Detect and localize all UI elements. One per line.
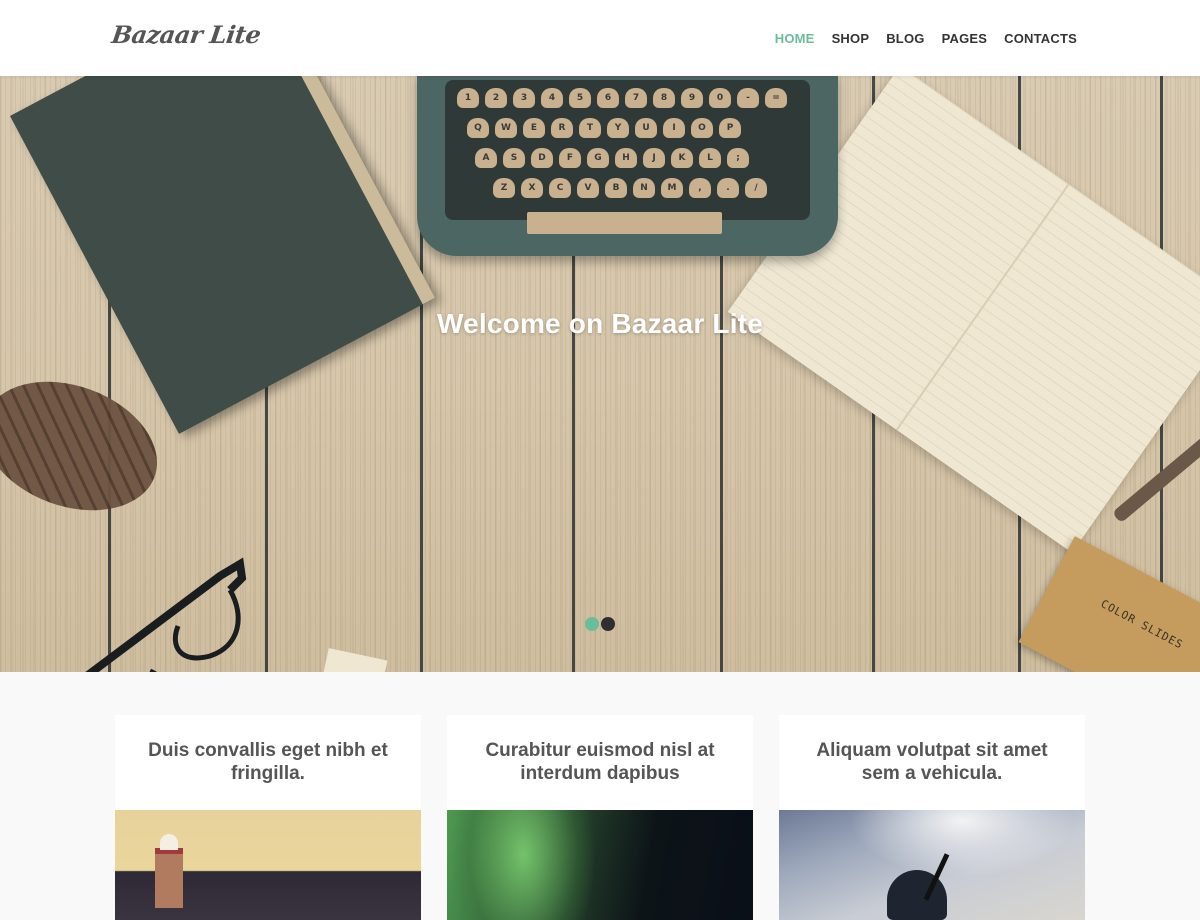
hero-paper-corner [322, 648, 388, 672]
hero-slider: 1 2 3 4 5 6 7 8 9 0- = Q W E R T Y U I O P A S D F G H J K L; Z X C V B N M,… [0, 76, 1200, 672]
typewriter-key: 0 [709, 88, 731, 108]
typewriter-key: 2 [485, 88, 507, 108]
typewriter-key: . [717, 178, 739, 198]
typewriter-key: 4 [541, 88, 563, 108]
typewriter-key: = [765, 88, 787, 108]
typewriter-key: Y [607, 118, 629, 138]
typewriter-key: A [475, 148, 497, 168]
post-card-title[interactable]: Curabitur euismod nisl at interdum dapib… [447, 715, 753, 810]
typewriter-key: R [551, 118, 573, 138]
typewriter-key: 6 [597, 88, 619, 108]
typewriter-key: N [633, 178, 655, 198]
post-card[interactable]: Aliquam volutpat sit amet sem a vehicula… [779, 715, 1085, 920]
typewriter-key: M [661, 178, 683, 198]
typewriter-key: T [579, 118, 601, 138]
typewriter-key: - [737, 88, 759, 108]
post-card-image-lighthouse[interactable] [115, 810, 421, 920]
typewriter-key: 9 [681, 88, 703, 108]
site-header: Bazaar Lite HOME SHOP BLOG PAGES CONTACT… [0, 0, 1200, 76]
typewriter-key: ; [727, 148, 749, 168]
typewriter-key: I [663, 118, 685, 138]
typewriter-key: F [559, 148, 581, 168]
hero-typewriter-image: 1 2 3 4 5 6 7 8 9 0- = Q W E R T Y U I O P A S D F G H J K L; Z X C V B N M,… [417, 76, 838, 256]
hero-pinecone-image [0, 358, 176, 534]
featured-posts: Duis convallis eget nibh et fringilla. C… [115, 715, 1085, 920]
typewriter-key: 8 [653, 88, 675, 108]
typewriter-key: D [531, 148, 553, 168]
typewriter-key: 5 [569, 88, 591, 108]
typewriter-key: / [745, 178, 767, 198]
post-card-title[interactable]: Aliquam volutpat sit amet sem a vehicula… [779, 715, 1085, 810]
post-card-image-aurora[interactable] [447, 810, 753, 920]
typewriter-key: H [615, 148, 637, 168]
typewriter-key: G [587, 148, 609, 168]
typewriter-key: 7 [625, 88, 647, 108]
typewriter-key: Z [493, 178, 515, 198]
nav-item-pages[interactable]: PAGES [942, 31, 988, 46]
typewriter-key: O [691, 118, 713, 138]
hero-glasses-image [85, 557, 247, 672]
typewriter-key: 1 [457, 88, 479, 108]
hero-book-image [10, 76, 436, 434]
typewriter-key: X [521, 178, 543, 198]
typewriter-key: Q [467, 118, 489, 138]
typewriter-key: V [577, 178, 599, 198]
typewriter-key: K [671, 148, 693, 168]
typewriter-key: , [689, 178, 711, 198]
typewriter-key: E [523, 118, 545, 138]
nav-item-blog[interactable]: BLOG [886, 31, 924, 46]
typewriter-key: U [635, 118, 657, 138]
slider-dot-1[interactable] [585, 617, 599, 631]
post-card-image-airplane[interactable] [779, 810, 1085, 920]
slider-pagination [585, 617, 615, 631]
post-card[interactable]: Duis convallis eget nibh et fringilla. [115, 715, 421, 920]
site-logo[interactable]: Bazaar Lite [110, 20, 262, 49]
post-card-title[interactable]: Duis convallis eget nibh et fringilla. [115, 715, 421, 810]
nav-item-home[interactable]: HOME [775, 31, 815, 46]
typewriter-key: C [549, 178, 571, 198]
post-card[interactable]: Curabitur euismod nisl at interdum dapib… [447, 715, 753, 920]
slider-dot-2[interactable] [601, 617, 615, 631]
typewriter-key: B [605, 178, 627, 198]
typewriter-key: J [643, 148, 665, 168]
typewriter-key: W [495, 118, 517, 138]
typewriter-key: 3 [513, 88, 535, 108]
typewriter-key: L [699, 148, 721, 168]
nav-item-contacts[interactable]: CONTACTS [1004, 31, 1077, 46]
hero-title: Welcome on Bazaar Lite [437, 308, 763, 339]
typewriter-key: S [503, 148, 525, 168]
hero-color-slides-box: COLOR SLIDES [1018, 536, 1200, 672]
nav-item-shop[interactable]: SHOP [832, 31, 870, 46]
main-nav: HOME SHOP BLOG PAGES CONTACTS [775, 31, 1077, 46]
typewriter-key: P [719, 118, 741, 138]
